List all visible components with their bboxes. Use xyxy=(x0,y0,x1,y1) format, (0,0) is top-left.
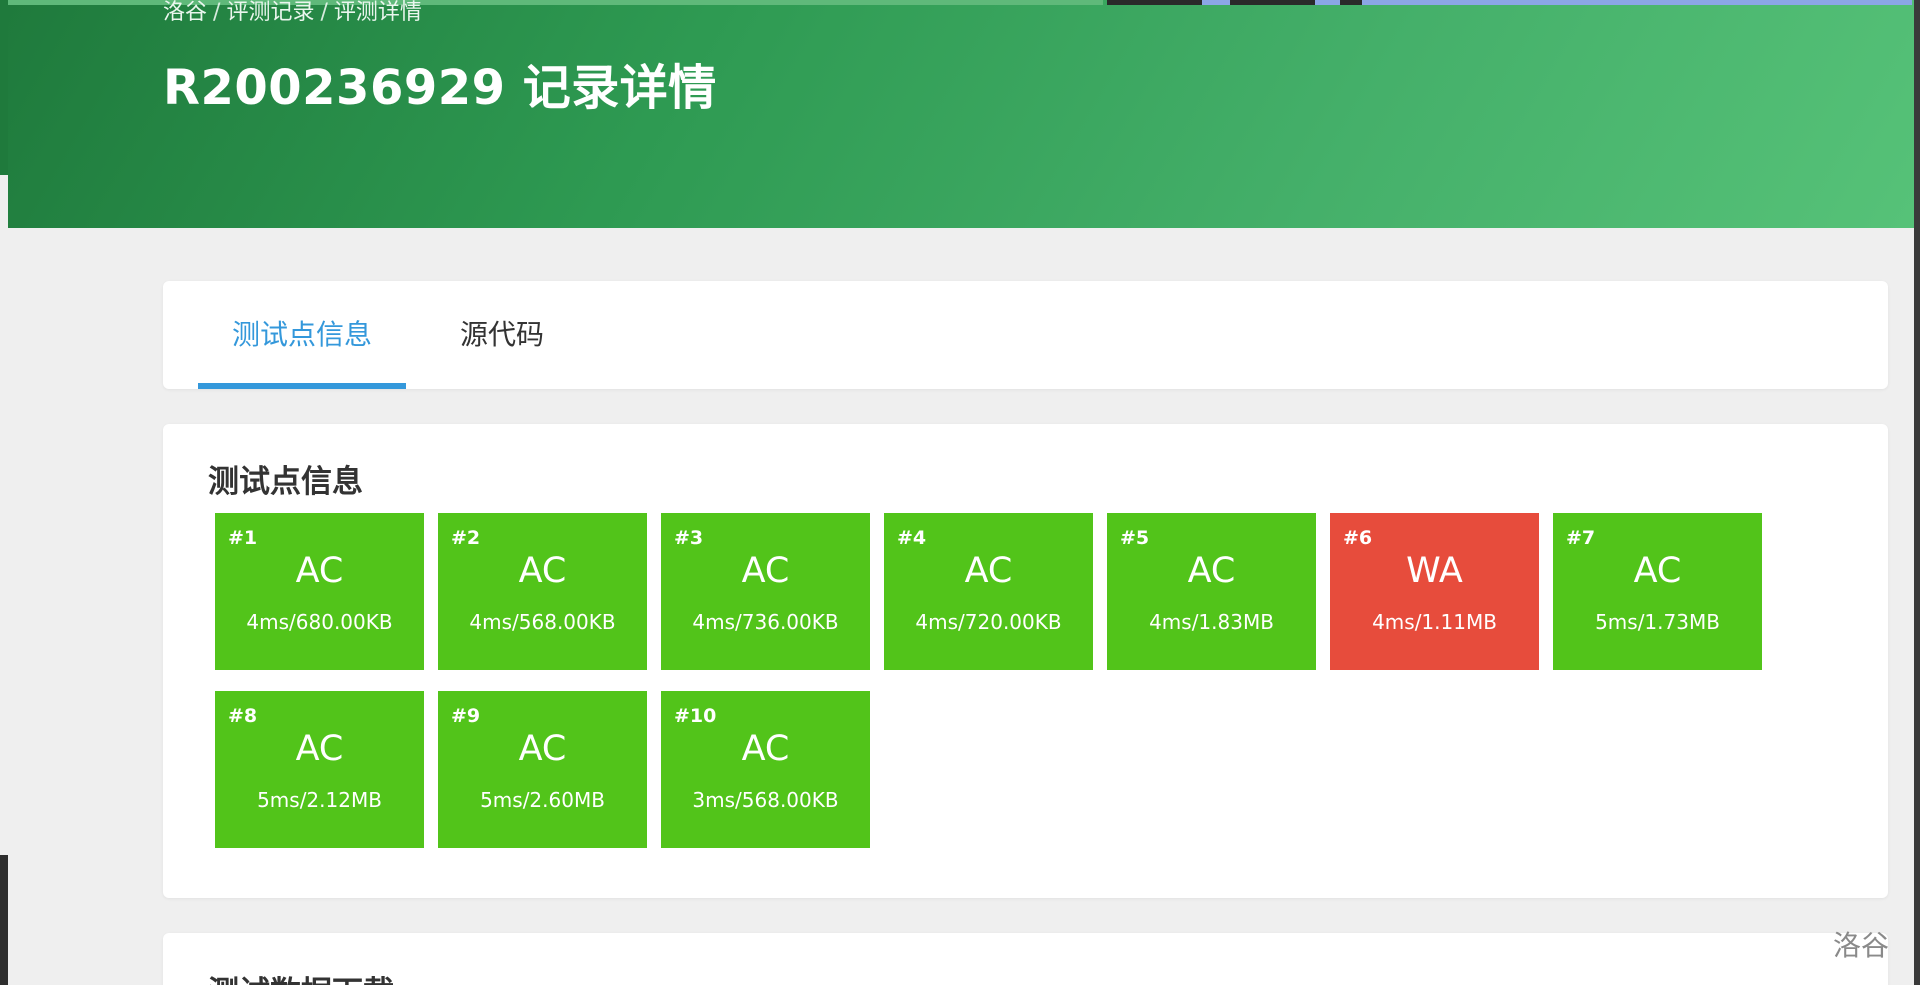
header-edge xyxy=(0,0,8,175)
section-title: 测试点信息 xyxy=(208,464,363,500)
breadcrumb-home-link[interactable]: 洛谷 xyxy=(163,0,207,25)
testcase-time-memory: 4ms/720.00KB xyxy=(915,610,1062,634)
testcase-status: AC xyxy=(295,551,344,591)
testcase-status: AC xyxy=(518,551,567,591)
testcase-block[interactable]: #9 AC 5ms/2.60MB xyxy=(438,691,647,848)
testcase-status: AC xyxy=(518,729,567,769)
testcase-block[interactable]: #5 AC 4ms/1.83MB xyxy=(1107,513,1316,670)
testcase-block[interactable]: #3 AC 4ms/736.00KB xyxy=(661,513,870,670)
top-strip xyxy=(1340,0,1362,5)
testcase-time-memory: 3ms/568.00KB xyxy=(692,788,839,812)
tab-testcases[interactable]: 测试点信息 xyxy=(198,281,406,389)
testcase-block[interactable]: #2 AC 4ms/568.00KB xyxy=(438,513,647,670)
testcase-block[interactable]: #8 AC 5ms/2.12MB xyxy=(215,691,424,848)
testcase-number: #7 xyxy=(1566,527,1596,549)
page-title: R200236929 记录详情 xyxy=(163,60,717,116)
testcase-number: #10 xyxy=(674,705,717,727)
download-card: 测试数据下载 xyxy=(163,933,1888,985)
testcase-status: WA xyxy=(1406,551,1463,591)
top-strip xyxy=(1315,0,1340,5)
testcases-card: 测试点信息 #1 AC 4ms/680.00KB #2 AC 4ms/568.0… xyxy=(163,424,1888,898)
testcase-number: #5 xyxy=(1120,527,1150,549)
window-edge xyxy=(1914,0,1920,985)
testcase-time-memory: 5ms/2.60MB xyxy=(480,788,605,812)
testcase-status: AC xyxy=(1633,551,1682,591)
testcase-block[interactable]: #6 WA 4ms/1.11MB xyxy=(1330,513,1539,670)
top-strip xyxy=(1362,0,1912,5)
testcase-time-memory: 5ms/1.73MB xyxy=(1595,610,1720,634)
testcase-block[interactable]: #10 AC 3ms/568.00KB xyxy=(661,691,870,848)
testcase-number: #9 xyxy=(451,705,481,727)
top-strip xyxy=(1107,0,1202,5)
testcase-number: #1 xyxy=(228,527,258,549)
testcase-number: #4 xyxy=(897,527,927,549)
testcase-block[interactable]: #4 AC 4ms/720.00KB xyxy=(884,513,1093,670)
testcase-status: AC xyxy=(741,729,790,769)
luogu-watermark: 洛谷 xyxy=(1833,929,1890,962)
testcase-number: #6 xyxy=(1343,527,1373,549)
testcase-number: #3 xyxy=(674,527,704,549)
testcase-status: AC xyxy=(964,551,1013,591)
breadcrumb-records-link[interactable]: 评测记录 xyxy=(226,0,314,25)
breadcrumb-current: 评测详情 xyxy=(333,0,422,25)
window-edge xyxy=(0,855,8,985)
page: 洛谷 / 评测记录 / 评测详情 R200236929 记录详情 测试点信息 源代码 测… xyxy=(0,0,1920,985)
testcase-status: AC xyxy=(741,551,790,591)
breadcrumb: 洛谷 / 评测记录 / 评测详情 xyxy=(163,0,422,26)
testcase-block[interactable]: #1 AC 4ms/680.00KB xyxy=(215,513,424,670)
top-strip xyxy=(1230,0,1315,5)
testcase-time-memory: 4ms/1.83MB xyxy=(1149,610,1274,634)
testcase-number: #2 xyxy=(451,527,481,549)
breadcrumb-separator: / xyxy=(320,0,328,25)
tabs-card: 测试点信息 源代码 xyxy=(163,281,1888,389)
testcase-time-memory: 5ms/2.12MB xyxy=(257,788,382,812)
testcase-status: AC xyxy=(295,729,344,769)
testcase-number: #8 xyxy=(228,705,258,727)
download-section-title: 测试数据下载 xyxy=(208,967,394,985)
testcase-time-memory: 4ms/568.00KB xyxy=(469,610,616,634)
testcase-status: AC xyxy=(1187,551,1236,591)
breadcrumb-separator: / xyxy=(213,0,221,25)
testcase-time-memory: 4ms/736.00KB xyxy=(692,610,839,634)
testcase-block[interactable]: #7 AC 5ms/1.73MB xyxy=(1553,513,1762,670)
tab-source-code[interactable]: 源代码 xyxy=(448,281,556,389)
top-strip xyxy=(1202,0,1230,5)
testcase-time-memory: 4ms/680.00KB xyxy=(246,610,393,634)
testcase-time-memory: 4ms/1.11MB xyxy=(1372,610,1497,634)
